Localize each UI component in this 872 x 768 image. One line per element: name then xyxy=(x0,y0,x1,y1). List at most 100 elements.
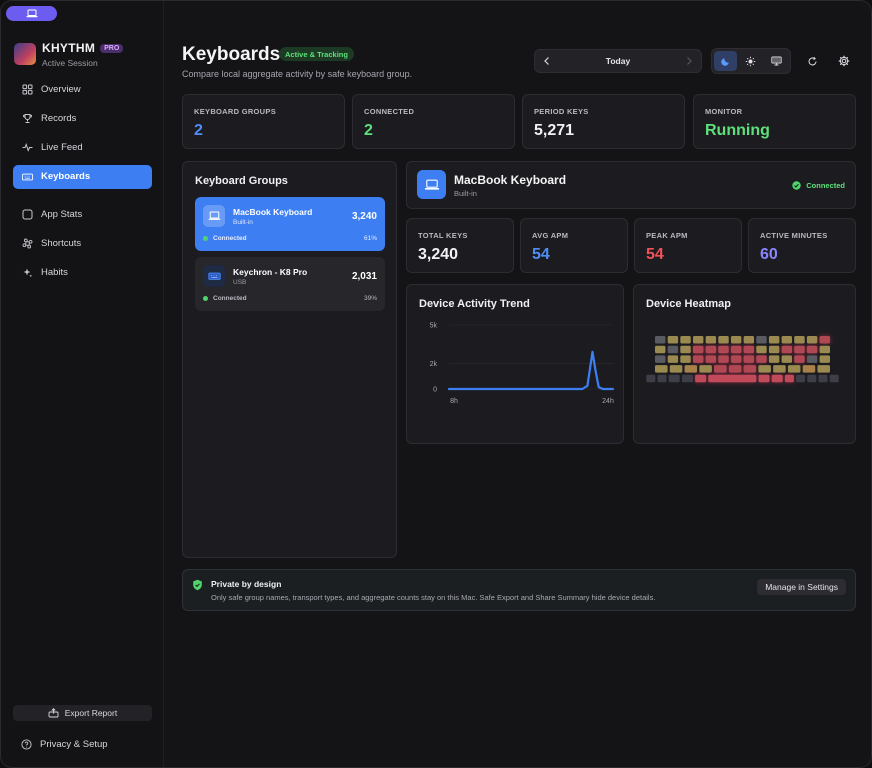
heatmap-key xyxy=(728,365,742,373)
heatmap-key xyxy=(768,336,780,344)
heatmap-key xyxy=(756,345,767,354)
metric-card-active-minutes: ACTIVE MINUTES 60 xyxy=(748,218,856,273)
stat-card-keyboard-groups: KEYBOARD GROUPS 2 xyxy=(182,94,345,149)
square-icon xyxy=(22,209,33,220)
keyboard-name: Keychron - K8 Pro xyxy=(233,267,308,277)
help-icon xyxy=(21,739,32,750)
sidebar-item-records[interactable]: Records xyxy=(13,106,152,130)
heatmap-key xyxy=(758,365,771,373)
y-tick-label: 2k xyxy=(430,361,438,368)
shield-icon xyxy=(193,579,202,591)
sidebar-item-live-feed[interactable]: Live Feed xyxy=(13,136,152,160)
laptop-icon xyxy=(26,9,37,18)
refresh-button[interactable] xyxy=(804,53,820,69)
light-theme-button[interactable] xyxy=(739,51,762,71)
keyboard-share: 61% xyxy=(363,235,377,242)
date-label[interactable]: Today xyxy=(606,56,630,66)
stat-value: 5,271 xyxy=(534,122,575,139)
metric-card-total-keys: TOTAL KEYS 3,240 xyxy=(406,218,514,273)
heatmap-key xyxy=(829,374,839,383)
keyboard-group-item[interactable]: MacBook Keyboard Built-in 3,240 Connecte… xyxy=(195,197,385,251)
keyboard-group-item[interactable]: Keychron - K8 Pro USB 2,031 Connected 39… xyxy=(195,257,385,311)
moon-icon xyxy=(720,58,729,66)
brand-logo xyxy=(14,42,36,65)
sidebar-item-app-stats[interactable]: App Stats xyxy=(13,202,152,226)
pulse-icon xyxy=(22,142,33,153)
sidebar-item-overview[interactable]: Overview xyxy=(13,77,152,101)
privacy-banner: Private by design Only safe group names,… xyxy=(182,569,856,611)
sidebar-item-label: Overview xyxy=(41,83,81,95)
privacy-text: Only safe group names, transport types, … xyxy=(211,593,656,602)
heatmap-key xyxy=(718,355,729,363)
activity-trend-panel: Device Activity Trend 0 2k 5k 8h 24h xyxy=(406,284,624,444)
keyboard-key-count: 2,031 xyxy=(351,271,377,282)
activity-trend-chart: 0 2k 5k 8h 24h xyxy=(430,323,615,405)
heatmap-key xyxy=(668,374,680,383)
heatmap-key xyxy=(684,365,698,373)
sparkle-icon xyxy=(22,267,33,278)
heatmap-key xyxy=(705,336,717,344)
keyboard-icon xyxy=(203,265,225,287)
heatmap-key xyxy=(692,336,704,344)
heatmap-key xyxy=(806,355,818,363)
stat-value: Running xyxy=(705,122,770,139)
heatmap-key xyxy=(730,355,742,363)
heatmap-key xyxy=(819,336,830,344)
export-report-button[interactable]: Export Report xyxy=(13,705,152,721)
heatmap-key xyxy=(796,374,806,383)
sidebar-item-shortcuts[interactable]: Shortcuts xyxy=(13,231,152,255)
heatmap-key xyxy=(784,374,794,383)
sidebar-item-label: Keyboards xyxy=(41,171,91,183)
privacy-setup-link[interactable]: Privacy & Setup xyxy=(21,739,108,750)
gear-icon xyxy=(838,55,850,67)
heatmap-key xyxy=(771,374,783,383)
chevron-left-icon[interactable] xyxy=(543,56,551,66)
heatmap-key xyxy=(680,336,691,344)
device-transport: Built-in xyxy=(454,189,477,198)
export-report-label: Export Report xyxy=(64,708,118,718)
sidebar-item-label: App Stats xyxy=(41,208,83,220)
pro-badge: PRO xyxy=(100,44,124,53)
stat-label: PERIOD KEYS xyxy=(534,107,589,116)
y-tick-label: 5k xyxy=(430,323,438,330)
sidebar-item-habits[interactable]: Habits xyxy=(13,261,152,285)
heatmap-key xyxy=(768,345,780,354)
stat-card-connected: CONNECTED 2 xyxy=(352,94,515,149)
keyboard-name: MacBook Keyboard xyxy=(233,207,313,217)
heatmap-key xyxy=(705,355,717,363)
heatmap-key xyxy=(657,374,667,383)
stat-card-monitor: MONITOR Running xyxy=(693,94,856,149)
heatmap-key xyxy=(655,336,666,344)
heatmap-key xyxy=(781,345,793,354)
app-window: KHYTHM PRO Active Session Overview Record… xyxy=(0,0,872,768)
heatmap-key xyxy=(680,355,691,363)
date-navigator: Today xyxy=(534,49,702,73)
device-name: MacBook Keyboard xyxy=(454,173,567,187)
device-status: Connected xyxy=(792,181,845,190)
x-tick-label: 8h xyxy=(450,398,458,405)
privacy-title: Private by design xyxy=(211,579,282,589)
laptop-icon xyxy=(417,170,446,199)
stat-label: KEYBOARD GROUPS xyxy=(194,107,277,116)
command-icon xyxy=(22,238,33,249)
heatmap-key xyxy=(787,365,801,373)
heatmap-key xyxy=(743,355,755,363)
metric-value: 54 xyxy=(532,246,550,263)
settings-button[interactable] xyxy=(836,53,852,69)
system-theme-button[interactable] xyxy=(765,51,788,71)
window-badge[interactable] xyxy=(6,6,57,21)
heatmap-key xyxy=(807,374,817,383)
manage-settings-button[interactable]: Manage in Settings xyxy=(757,579,846,595)
refresh-icon xyxy=(808,56,816,65)
monitor-icon xyxy=(771,56,782,66)
chevron-right-icon[interactable] xyxy=(685,56,693,66)
dark-theme-button[interactable] xyxy=(714,51,738,71)
sun-icon xyxy=(746,56,756,66)
heatmap-key xyxy=(655,345,666,354)
sidebar-item-keyboards[interactable]: Keyboards xyxy=(13,164,152,189)
heatmap-key xyxy=(781,355,793,363)
heatmap-key xyxy=(646,374,656,383)
heatmap-key xyxy=(681,374,693,383)
metric-label: ACTIVE MINUTES xyxy=(760,231,828,240)
trophy-icon xyxy=(22,113,33,124)
